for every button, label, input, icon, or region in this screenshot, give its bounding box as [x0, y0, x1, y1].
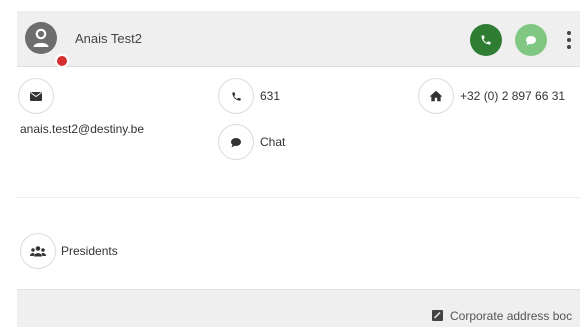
phone-icon — [231, 91, 241, 101]
chat-button[interactable] — [515, 24, 547, 56]
envelope-icon — [30, 91, 42, 101]
address-book-source: Corporate address boc — [450, 309, 573, 323]
more-vertical-icon-dot — [567, 45, 571, 49]
group-name[interactable]: Presidents — [61, 244, 118, 258]
presence-status-dot — [55, 54, 69, 68]
home-phone-button[interactable] — [418, 78, 454, 114]
chat-bubble-icon — [231, 137, 241, 147]
chat-label[interactable]: Chat — [260, 135, 285, 149]
contact-name: Anais Test2 — [75, 31, 142, 46]
email-button[interactable] — [18, 78, 54, 114]
extension-number[interactable]: 631 — [260, 89, 280, 103]
home-phone-number[interactable]: +32 (0) 2 897 66 31 — [460, 89, 565, 103]
contact-header: Anais Test2 — [17, 11, 580, 68]
address-book-icon — [432, 310, 443, 321]
home-icon — [429, 90, 443, 102]
more-vertical-icon-dot — [567, 38, 571, 42]
chat-bubble-icon — [526, 35, 536, 45]
avatar — [25, 22, 69, 68]
person-icon — [33, 28, 49, 47]
contact-footer: Corporate address boc — [17, 289, 580, 327]
group-icon — [30, 245, 46, 256]
more-options-button[interactable] — [565, 31, 573, 51]
email-address[interactable]: anais.test2@destiny.be — [20, 122, 144, 136]
section-divider — [17, 197, 580, 198]
extension-call-button[interactable] — [218, 78, 254, 114]
more-vertical-icon — [567, 31, 571, 35]
group-button[interactable] — [20, 233, 56, 269]
call-button[interactable] — [470, 24, 502, 56]
contact-card: Anais Test2 anais.test2@destiny.be 631 C… — [0, 0, 580, 327]
phone-icon — [481, 35, 491, 45]
chat-action-button[interactable] — [218, 124, 254, 160]
